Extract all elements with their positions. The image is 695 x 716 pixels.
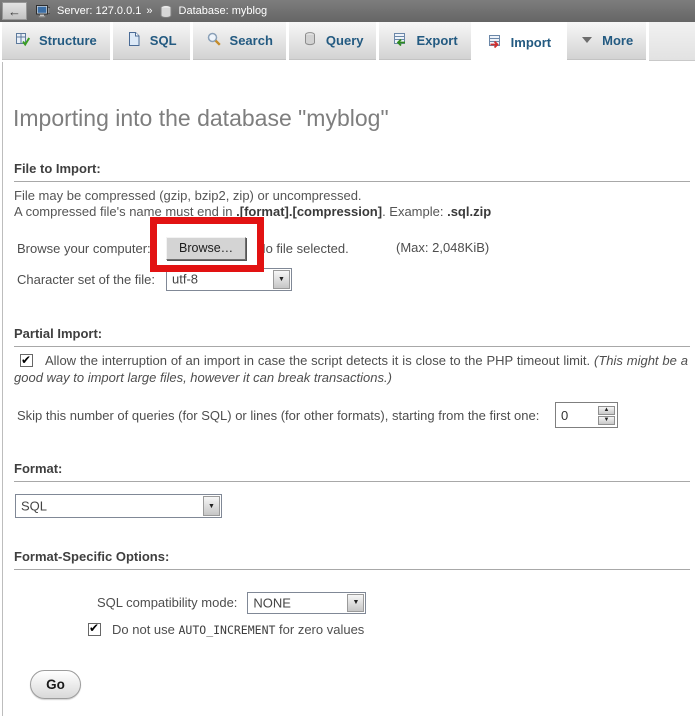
example-label: . Example:	[382, 204, 447, 219]
section-heading-format: Format:	[14, 461, 690, 482]
tab-sql[interactable]: SQL	[113, 22, 190, 60]
tab-label: Query	[326, 33, 364, 48]
query-cylinder-icon	[302, 31, 318, 50]
allow-interruption-label: Allow the interruption of an import in c…	[45, 353, 594, 368]
allow-interruption-checkbox[interactable]	[20, 354, 33, 367]
charset-selected-value: utf-8	[172, 272, 198, 287]
example-extension: .sql.zip	[447, 204, 491, 219]
zero-suffix-text: for zero values	[275, 622, 364, 637]
compression-note: File may be compressed (gzip, bzip2, zip…	[14, 188, 491, 220]
sql-compatibility-label: SQL compatibility mode:	[97, 595, 237, 610]
compression-note-line1: File may be compressed (gzip, bzip2, zip…	[14, 188, 362, 203]
chevron-down-icon[interactable]	[203, 496, 220, 516]
import-icon	[487, 33, 503, 52]
format-compression-pattern: .[format].[compression]	[236, 204, 382, 219]
tab-import[interactable]: Import	[474, 22, 564, 62]
skip-queries-label: Skip this number of queries (for SQL) or…	[17, 408, 539, 423]
charset-row: Character set of the file: utf-8	[17, 267, 292, 291]
tab-more[interactable]: More	[567, 22, 646, 60]
structure-icon	[15, 31, 31, 50]
chevron-down-icon[interactable]	[273, 270, 290, 289]
breadcrumb: Server: 127.0.0.1 » Database: myblog	[34, 5, 267, 18]
go-button[interactable]: Go	[30, 670, 81, 699]
format-select[interactable]: SQL	[15, 494, 222, 518]
skip-queries-stepper[interactable]: 0	[555, 402, 618, 428]
sql-compatibility-row: SQL compatibility mode: NONE	[97, 591, 366, 614]
breadcrumb-bar: Server: 127.0.0.1 » Database: myblog	[0, 0, 695, 22]
browse-button[interactable]: Browse…	[166, 237, 246, 260]
tab-query[interactable]: Query	[289, 22, 377, 60]
charset-label: Character set of the file:	[17, 272, 166, 287]
export-icon	[392, 31, 408, 50]
section-heading-partial-import: Partial Import:	[14, 326, 690, 347]
tab-bar: Structure SQL Search Query Export Import	[0, 22, 695, 62]
auto-increment-code: AUTO_INCREMENT	[179, 623, 276, 637]
zero-values-row: Do not use AUTO_INCREMENT for zero value…	[88, 621, 364, 638]
tab-structure[interactable]: Structure	[2, 22, 110, 60]
breadcrumb-server-link[interactable]: Server: 127.0.0.1	[57, 5, 141, 17]
skip-queries-value[interactable]: 0	[558, 408, 598, 423]
section-heading-file-to-import: File to Import:	[14, 161, 690, 182]
no-file-selected-text: No file selected.	[256, 241, 349, 256]
breadcrumb-database-link[interactable]: Database: myblog	[179, 5, 268, 17]
tab-label: Export	[416, 33, 457, 48]
triangle-up-icon[interactable]	[598, 406, 615, 415]
auto-increment-label: Do not use AUTO_INCREMENT for zero value…	[112, 622, 364, 637]
tab-bar-filler	[649, 22, 695, 61]
triangle-down-icon[interactable]	[598, 416, 615, 425]
tab-label: Import	[511, 35, 551, 50]
tab-search[interactable]: Search	[193, 22, 286, 60]
search-icon	[206, 31, 222, 50]
compression-note-line2: A compressed file's name must end in	[14, 204, 236, 219]
back-arrow-icon[interactable]	[2, 2, 27, 20]
tab-label: Search	[230, 33, 273, 48]
breadcrumb-separator: »	[146, 5, 152, 17]
browse-row: Browse your computer: Browse… No file se…	[17, 236, 349, 260]
zero-prefix-text: Do not use	[112, 622, 179, 637]
sql-page-icon	[126, 31, 142, 50]
database-cylinder-icon	[160, 5, 172, 18]
tab-label: SQL	[150, 33, 177, 48]
chevron-down-icon	[580, 33, 594, 48]
browse-label: Browse your computer:	[17, 241, 166, 256]
stepper-buttons	[598, 406, 615, 425]
tab-label: Structure	[39, 33, 97, 48]
section-heading-format-specific-options: Format-Specific Options:	[14, 549, 690, 570]
sql-compatibility-select[interactable]: NONE	[247, 592, 366, 614]
skip-queries-row: Skip this number of queries (for SQL) or…	[17, 402, 557, 428]
auto-increment-checkbox[interactable]	[88, 623, 101, 636]
format-selected-value: SQL	[21, 499, 47, 514]
max-upload-size-note: (Max: 2,048KiB)	[396, 240, 489, 255]
tab-label: More	[602, 33, 633, 48]
chevron-down-icon[interactable]	[347, 594, 364, 612]
sql-compatibility-selected-value: NONE	[253, 595, 291, 610]
monitor-icon	[36, 5, 50, 18]
tab-export[interactable]: Export	[379, 22, 470, 60]
partial-import-option: Allow the interruption of an import in c…	[14, 352, 688, 386]
page-title: Importing into the database "myblog"	[13, 105, 389, 132]
content-left-edge	[2, 62, 3, 716]
charset-select[interactable]: utf-8	[166, 268, 292, 291]
